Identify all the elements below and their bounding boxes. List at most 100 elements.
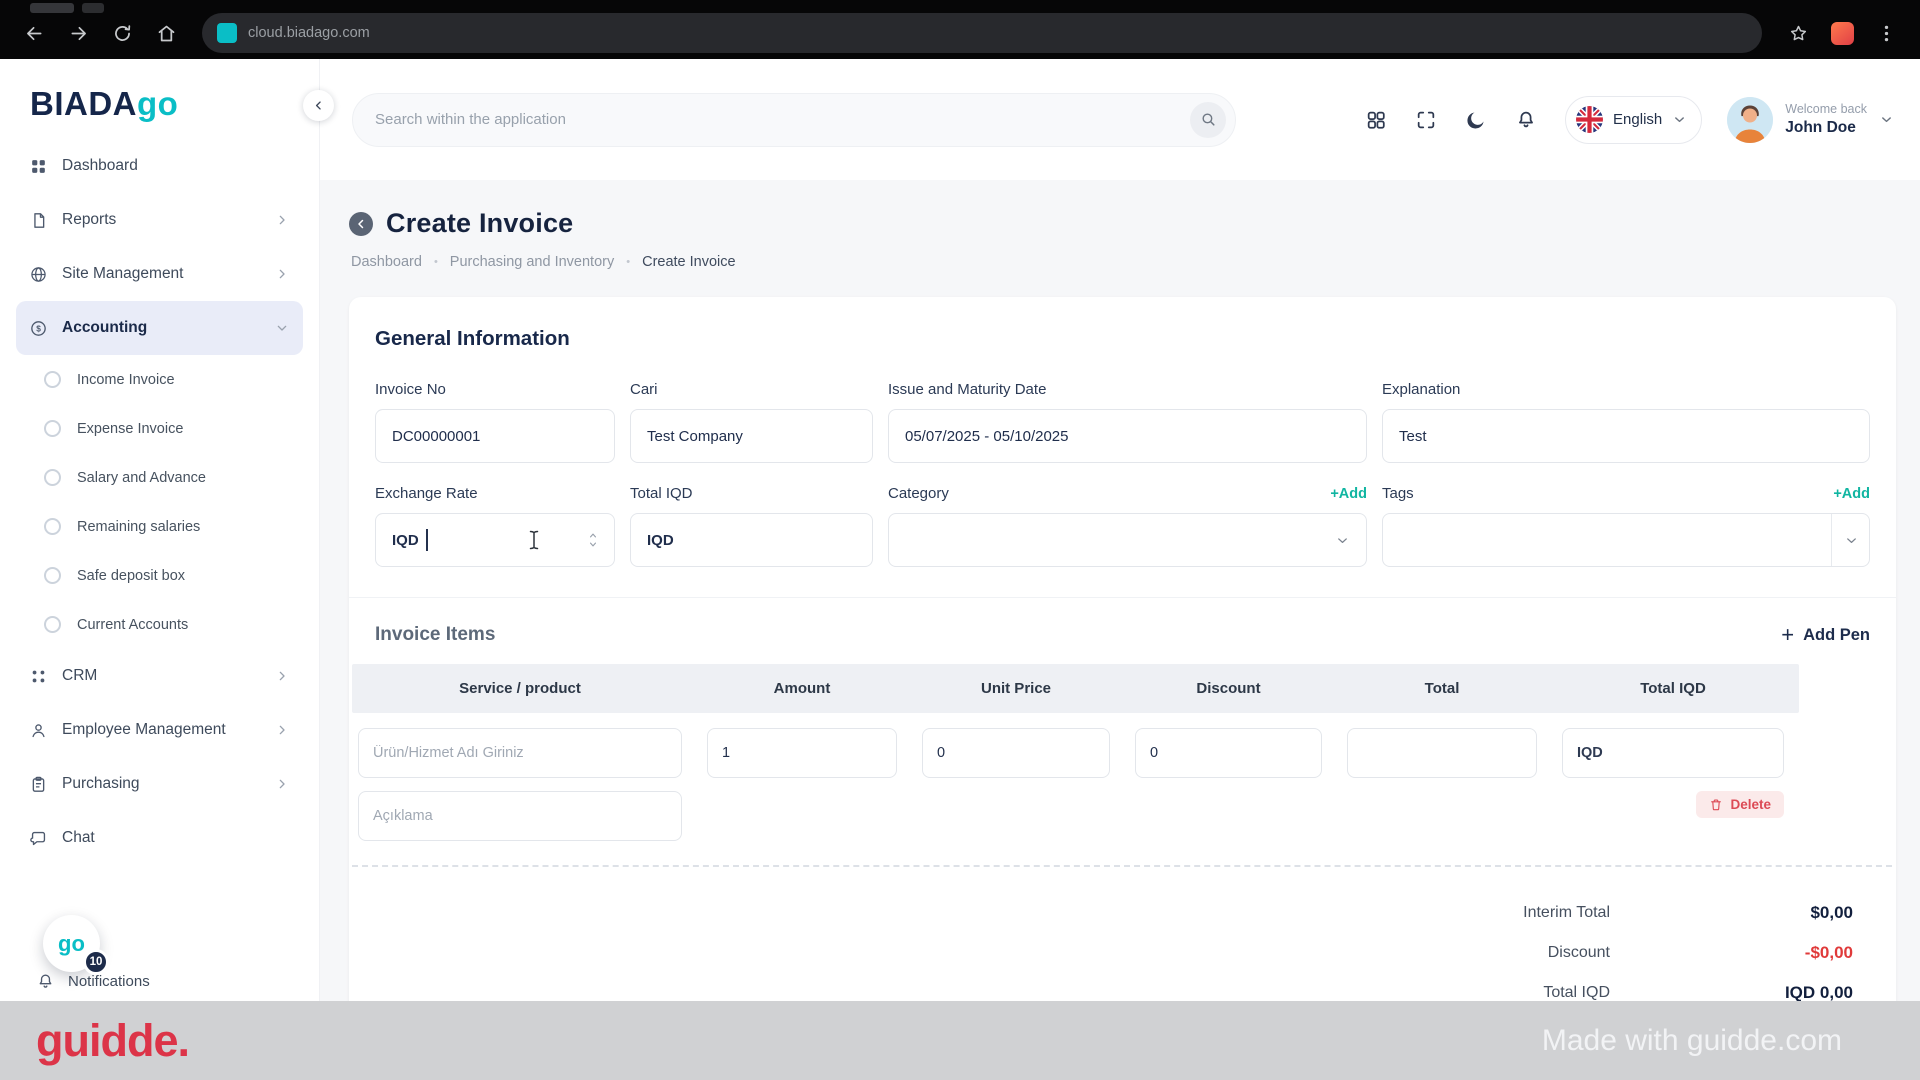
sidebar-item-label: Employee Management — [62, 721, 226, 738]
sidebar-item-dashboard[interactable]: Dashboard — [16, 139, 303, 193]
sidebar-item-label: Chat — [62, 829, 95, 846]
breadcrumb-item-dashboard[interactable]: Dashboard — [351, 254, 422, 270]
date-field: Issue and Maturity Date — [888, 381, 1367, 463]
url-text: cloud.biadago.com — [248, 25, 370, 41]
notifications-button[interactable] — [1515, 109, 1537, 131]
collapse-sidebar-button[interactable] — [303, 90, 334, 121]
apps-button[interactable] — [1365, 109, 1387, 131]
search-input[interactable] — [375, 111, 1190, 128]
sidebar-item-chat[interactable]: Chat — [16, 811, 303, 865]
home-button[interactable] — [146, 13, 186, 53]
sidebar-item-accounting[interactable]: $ Accounting — [16, 301, 303, 355]
sidebar-item-reports[interactable]: Reports — [16, 193, 303, 247]
category-select[interactable] — [888, 513, 1367, 567]
header-icons — [1365, 109, 1537, 131]
totals-summary: Interim Total $0,00 Discount -$0,00 Tota… — [375, 893, 1870, 1013]
add-item-button[interactable]: + Add Pen — [1781, 624, 1870, 646]
add-item-label: Add Pen — [1803, 625, 1870, 644]
description-input[interactable] — [358, 791, 682, 841]
chevron-up-icon — [589, 533, 597, 538]
reload-button[interactable] — [102, 13, 142, 53]
sidebar-item-employee-management[interactable]: Employee Management — [16, 703, 303, 757]
sidebar-item-income-invoice[interactable]: Income Invoice — [16, 355, 303, 404]
invoice-no-input[interactable] — [375, 409, 615, 463]
col-header-discount: Discount — [1196, 680, 1261, 697]
radio-icon — [44, 469, 61, 486]
app-logo[interactable]: BIADAgo — [0, 59, 319, 123]
sidebar-item-notifications[interactable]: Notifications — [36, 972, 150, 991]
chevron-right-icon — [279, 779, 285, 789]
reload-icon — [114, 24, 130, 41]
language-label: English — [1613, 111, 1663, 128]
explanation-input[interactable] — [1382, 409, 1870, 463]
discount-total-row: Discount -$0,00 — [375, 933, 1853, 973]
total-iqd-label: Total IQD — [630, 485, 693, 502]
arrow-left-icon — [26, 26, 41, 40]
sidebar-item-safe-deposit-box[interactable]: Safe deposit box — [16, 551, 303, 600]
accounting-submenu: Income Invoice Expense Invoice Salary an… — [16, 355, 303, 649]
grand-total-value: IQD 0,00 — [1784, 983, 1853, 1002]
purchasing-icon — [32, 776, 45, 792]
service-input[interactable] — [358, 728, 682, 778]
sidebar-item-current-accounts[interactable]: Current Accounts — [16, 600, 303, 649]
cari-input[interactable] — [630, 409, 873, 463]
category-label: Category — [888, 485, 949, 502]
exchange-rate-input[interactable]: IQD — [375, 513, 615, 567]
text-caret — [425, 529, 428, 551]
exchange-rate-value: IQD — [392, 531, 419, 549]
add-tags-link[interactable]: +Add — [1833, 486, 1870, 502]
sidebar-item-label: Purchasing — [62, 775, 140, 792]
sidebar-subitem-label: Safe deposit box — [77, 567, 186, 584]
back-button[interactable] — [14, 13, 54, 53]
forward-button[interactable] — [58, 13, 98, 53]
date-range-input[interactable] — [888, 409, 1367, 463]
bookmark-button[interactable] — [1778, 13, 1818, 53]
discount-total-label: Discount — [1547, 944, 1610, 961]
col-header-total: Total — [1424, 680, 1460, 697]
cari-label: Cari — [630, 381, 658, 398]
sidebar-subitem-label: Expense Invoice — [77, 420, 184, 437]
number-spinner[interactable] — [588, 532, 598, 548]
main-content: Create Invoice Dashboard • Purchasing an… — [320, 180, 1920, 1080]
discount-input[interactable] — [1135, 728, 1322, 778]
amount-input[interactable] — [707, 728, 897, 778]
chevron-right-icon — [279, 215, 285, 225]
breadcrumb-item-purchasing-inventory[interactable]: Purchasing and Inventory — [450, 254, 614, 270]
chevron-down-icon — [589, 542, 597, 547]
general-info-fields: Invoice No Cari Issue and Maturity Date … — [375, 381, 1870, 567]
fullscreen-button[interactable] — [1415, 109, 1437, 131]
add-category-link[interactable]: +Add — [1330, 486, 1367, 502]
sidebar-item-remaining-salaries[interactable]: Remaining salaries — [16, 502, 303, 551]
go-fab-button[interactable]: go 10 — [43, 915, 109, 975]
chevron-right-icon — [279, 269, 285, 279]
tags-select[interactable] — [1382, 513, 1870, 567]
radio-icon — [44, 616, 61, 633]
dashboard-icon — [32, 159, 45, 173]
logo-text-accent: go — [137, 85, 179, 122]
address-bar[interactable]: cloud.biadago.com — [202, 13, 1762, 53]
sidebar-item-expense-invoice[interactable]: Expense Invoice — [16, 404, 303, 453]
radio-icon — [44, 420, 61, 437]
unit-price-input[interactable] — [922, 728, 1110, 778]
sidebar-item-label: Site Management — [62, 265, 184, 282]
language-selector[interactable]: English — [1565, 95, 1703, 144]
sidebar-item-purchasing[interactable]: Purchasing — [16, 757, 303, 811]
chevron-left-icon — [315, 101, 321, 110]
page-back-button[interactable] — [349, 211, 373, 236]
grand-total-label: Total IQD — [1543, 984, 1610, 1001]
star-icon — [1790, 25, 1806, 40]
total-input[interactable] — [1347, 728, 1537, 778]
dark-mode-button[interactable] — [1465, 109, 1487, 131]
delete-item-button[interactable]: Delete — [1696, 791, 1784, 818]
search-bar — [352, 92, 1236, 147]
go-fab-label: go — [58, 930, 85, 956]
sidebar-item-salary-and-advance[interactable]: Salary and Advance — [16, 453, 303, 502]
extension-button[interactable] — [1822, 13, 1862, 53]
notifications-label: Notifications — [68, 973, 150, 990]
sidebar-item-site-management[interactable]: Site Management — [16, 247, 303, 301]
browser-menu-button[interactable] — [1866, 13, 1906, 53]
invoice-form-card: General Information Invoice No Cari Issu… — [349, 297, 1896, 1080]
user-menu[interactable]: Welcome back John Doe — [1727, 96, 1894, 143]
sidebar-item-crm[interactable]: CRM — [16, 649, 303, 703]
search-button[interactable] — [1190, 101, 1226, 138]
